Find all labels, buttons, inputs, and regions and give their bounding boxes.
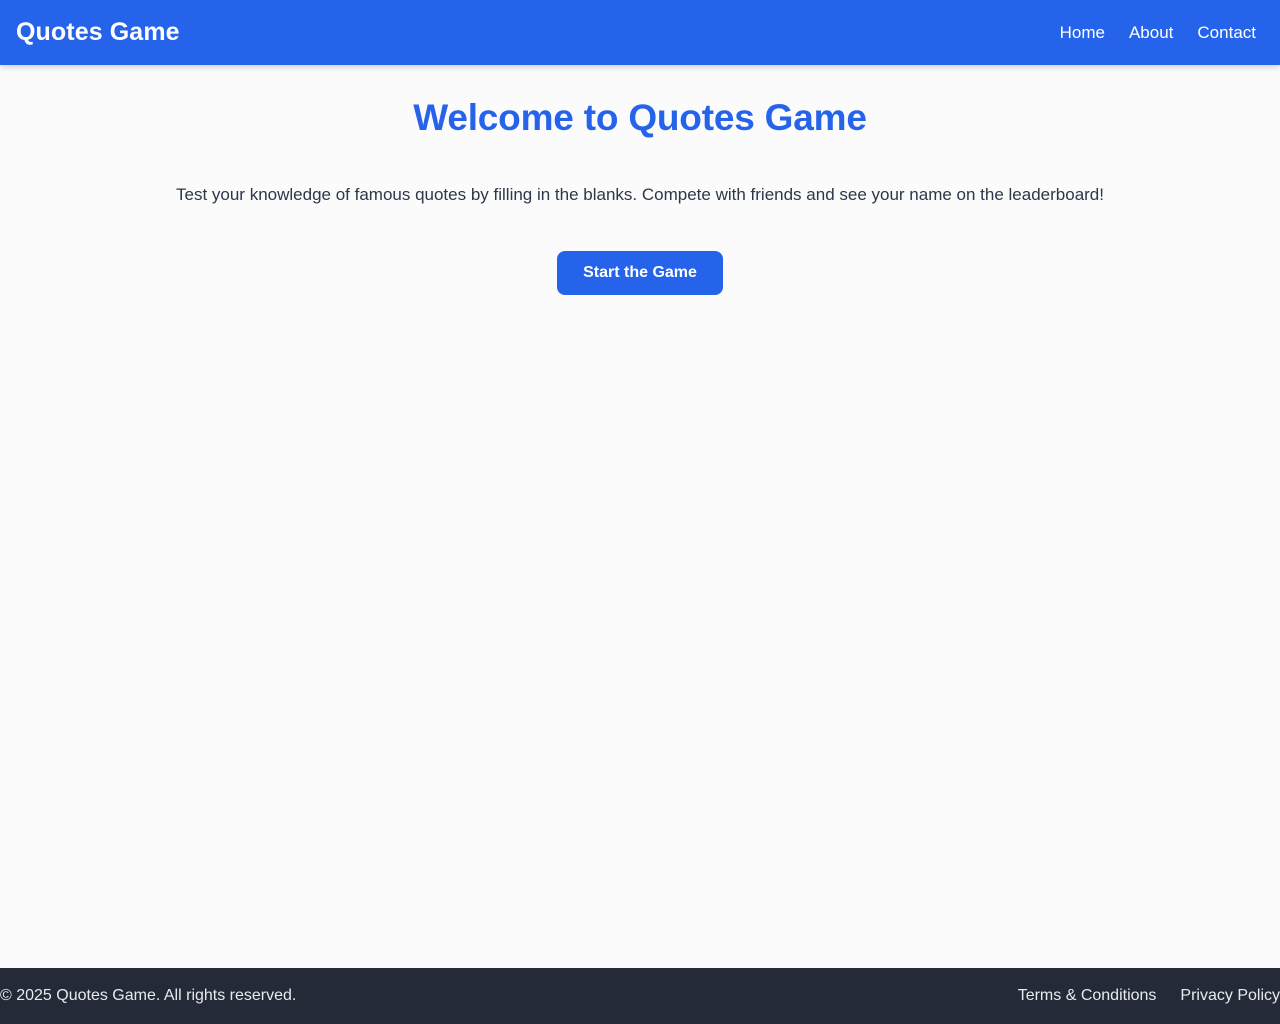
page-title: Welcome to Quotes Game [413, 97, 867, 138]
primary-navigation: Home About Contact [1060, 24, 1280, 41]
site-header: Quotes Game Home About Contact [0, 0, 1280, 65]
nav-link-about[interactable]: About [1129, 24, 1197, 41]
main-content: Welcome to Quotes Game Test your knowled… [0, 65, 1280, 968]
nav-link-home[interactable]: Home [1060, 24, 1129, 41]
footer-link-privacy[interactable]: Privacy Policy [1180, 987, 1280, 1005]
copyright-text: © 2025 Quotes Game. All rights reserved. [0, 987, 297, 1004]
start-game-button[interactable]: Start the Game [557, 250, 723, 295]
footer-link-terms[interactable]: Terms & Conditions [1018, 987, 1157, 1005]
site-footer: © 2025 Quotes Game. All rights reserved.… [0, 968, 1280, 1024]
nav-link-contact[interactable]: Contact [1197, 24, 1280, 41]
cta-container: Start the Game [0, 207, 1280, 295]
brand-logo[interactable]: Quotes Game [16, 20, 180, 45]
intro-description: Test your knowledge of famous quotes by … [176, 184, 1104, 204]
footer-links: Terms & Conditions Privacy Policy [1018, 987, 1280, 1005]
